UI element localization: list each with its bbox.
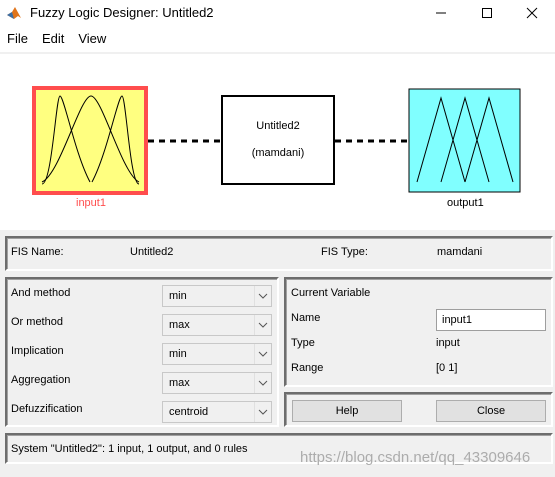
button-panel: Help Close — [284, 392, 553, 427]
close-button[interactable]: Close — [436, 400, 546, 422]
variable-range-label: Range — [291, 362, 324, 374]
and-method-label: And method — [11, 287, 71, 299]
window-title: Fuzzy Logic Designer: Untitled2 — [30, 5, 214, 20]
variable-name-label: Name — [291, 312, 321, 324]
defuzzification-label: Defuzzification — [11, 403, 83, 415]
chevron-down-icon — [254, 373, 271, 393]
or-method-select[interactable]: max — [162, 314, 272, 336]
current-variable-panel: Current Variable Name Type input Range [… — [284, 277, 553, 387]
output-variable-block[interactable] — [408, 88, 521, 193]
or-method-label: Or method — [11, 316, 63, 328]
output-block-frame — [408, 88, 521, 193]
input-variable-label: input1 — [76, 197, 106, 209]
implication-label: Implication — [11, 345, 64, 357]
variable-name-input[interactable] — [436, 309, 546, 331]
fis-info-panel: FIS Name: Untitled2 FIS Type: mamdani — [5, 236, 553, 271]
output-variable-label: output1 — [447, 197, 484, 209]
variable-type-value: input — [436, 337, 460, 349]
current-variable-header: Current Variable — [291, 287, 371, 299]
implication-select[interactable]: min — [162, 343, 272, 365]
minimize-button[interactable] — [418, 0, 464, 26]
fis-type-value: mamdani — [437, 246, 483, 258]
menu-file[interactable]: File — [0, 26, 35, 52]
defuzzification-value: centroid — [169, 406, 209, 418]
fis-diagram: input1 output1 Untitled2 (mamdani) — [0, 54, 555, 230]
system-name: Untitled2 — [256, 120, 300, 132]
variable-range-value: [0 1] — [436, 362, 458, 374]
and-method-select[interactable]: min — [162, 285, 272, 307]
close-window-button[interactable] — [509, 0, 555, 26]
input-variable-block[interactable] — [32, 86, 148, 195]
help-button[interactable]: Help — [292, 400, 402, 422]
aggregation-value: max — [169, 377, 190, 389]
minimize-icon — [436, 12, 446, 14]
menu-view[interactable]: View — [71, 26, 113, 52]
matlab-icon — [7, 7, 21, 19]
methods-panel: And method min Or method max Implication… — [5, 277, 279, 427]
aggregation-label: Aggregation — [11, 374, 71, 386]
aggregation-select[interactable]: max — [162, 372, 272, 394]
chevron-down-icon — [254, 315, 271, 335]
maximize-button[interactable] — [464, 0, 510, 26]
watermark: https://blog.csdn.net/qq_43309646 — [300, 449, 531, 466]
fis-type-label: FIS Type: — [321, 246, 368, 258]
system-type: (mamdani) — [251, 147, 305, 159]
chevron-down-icon — [254, 402, 271, 422]
system-block[interactable]: Untitled2 (mamdani) — [221, 95, 335, 185]
fis-name-label: FIS Name: — [11, 246, 64, 258]
chevron-down-icon — [254, 286, 271, 306]
maximize-icon — [482, 8, 492, 18]
menu-edit[interactable]: Edit — [35, 26, 71, 52]
fis-name-value: Untitled2 — [130, 246, 174, 258]
chevron-down-icon — [254, 344, 271, 364]
title-bar: Fuzzy Logic Designer: Untitled2 — [0, 0, 555, 26]
implication-value: min — [169, 348, 187, 360]
defuzzification-select[interactable]: centroid — [162, 401, 272, 423]
and-method-value: min — [169, 290, 187, 302]
variable-type-label: Type — [291, 337, 315, 349]
or-method-value: max — [169, 319, 190, 331]
close-icon — [526, 7, 538, 19]
menu-bar: File Edit View — [0, 26, 555, 52]
status-text: System "Untitled2": 1 input, 1 output, a… — [11, 443, 248, 455]
